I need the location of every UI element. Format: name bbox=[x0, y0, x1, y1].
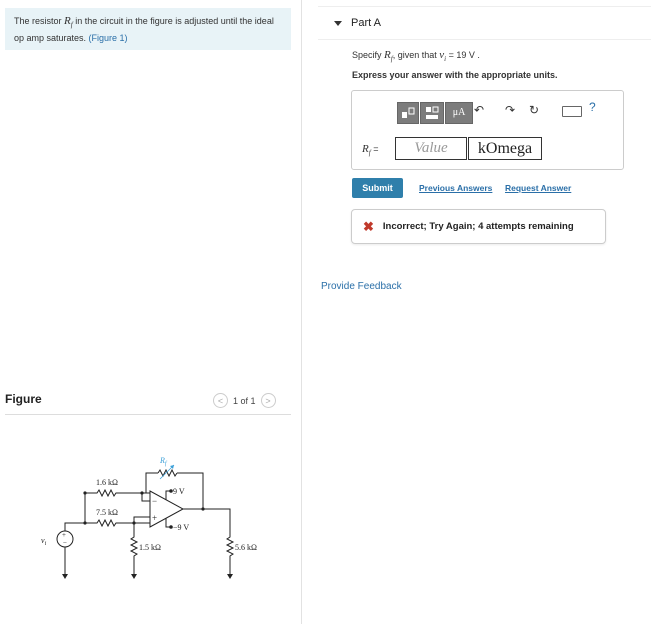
noninv-input-wire bbox=[133, 516, 150, 523]
input-label: Rf = bbox=[362, 143, 379, 157]
unit-input[interactable]: kOmega bbox=[468, 137, 542, 160]
r3-resistor bbox=[129, 523, 139, 575]
r2-resistor bbox=[85, 518, 150, 528]
problem-statement: The resistor Rf in the circuit in the fi… bbox=[5, 8, 291, 50]
rf-wire-left bbox=[145, 472, 158, 493]
feedback-text: Incorrect; Try Again; 4 attempts remaini… bbox=[382, 221, 574, 232]
fraction-icon bbox=[426, 106, 439, 119]
r4-label: 5.6 kΩ bbox=[235, 543, 257, 552]
column-divider bbox=[301, 0, 302, 624]
undo-icon[interactable]: ↶ bbox=[474, 103, 484, 117]
input-bus bbox=[64, 493, 86, 531]
rf-resistor bbox=[157, 468, 178, 478]
resistor-var: Rf bbox=[64, 15, 73, 30]
r4-resistor bbox=[183, 508, 235, 575]
source-label: vi bbox=[41, 536, 47, 547]
problem-text: The resistor bbox=[14, 16, 65, 26]
previous-answers-link[interactable]: Previous Answers bbox=[419, 183, 492, 193]
figure-divider bbox=[5, 414, 291, 415]
fraction-template-button[interactable] bbox=[420, 101, 444, 124]
rf-var: Rf bbox=[384, 49, 393, 64]
keyboard-icon[interactable] bbox=[562, 106, 582, 117]
collapse-triangle-icon[interactable] bbox=[334, 20, 342, 26]
ground-arrow-icon bbox=[227, 574, 233, 579]
r2-label: 7.5 kΩ bbox=[96, 508, 118, 517]
express-instruction: Express your answer with the appropriate… bbox=[352, 70, 558, 80]
figure-heading: Figure bbox=[5, 392, 42, 406]
specify-instruction: Specify Rf, given that vi = 19 V . bbox=[352, 49, 480, 64]
node-dot bbox=[83, 521, 87, 525]
r1-resistor bbox=[85, 488, 150, 498]
inv-sign: − bbox=[152, 496, 157, 506]
node-dot bbox=[132, 521, 136, 525]
math-toolbar: μA bbox=[397, 100, 473, 125]
circuit-diagram: 1.6 kΩ 7.5 kΩ 1.5 kΩ 5.6 kΩ 9 V −9 V − +… bbox=[41, 456, 257, 579]
request-answer-link[interactable]: Request Answer bbox=[505, 183, 571, 193]
vpos-label: 9 V bbox=[173, 487, 185, 496]
noninv-sign: + bbox=[152, 513, 157, 523]
answer-box: μA ↶ ↷ ↻ ? Rf = kOmega bbox=[351, 90, 624, 170]
help-icon[interactable]: ? bbox=[589, 100, 596, 114]
units-button[interactable]: μA bbox=[445, 101, 473, 124]
vneg-label: −9 V bbox=[173, 523, 189, 532]
rf-label: Rf bbox=[159, 456, 168, 467]
ground-arrow-icon bbox=[62, 574, 68, 579]
figure-pager: < 1 of 1 > bbox=[213, 393, 276, 408]
node-dot bbox=[83, 491, 87, 495]
prev-figure-button[interactable]: < bbox=[213, 393, 228, 408]
ground-arrow-icon bbox=[131, 574, 137, 579]
incorrect-x-icon: ✖ bbox=[363, 218, 374, 234]
source-plus: + bbox=[62, 531, 66, 539]
template-button[interactable] bbox=[397, 101, 419, 124]
part-a-header[interactable]: Part A bbox=[318, 6, 651, 40]
source-minus: − bbox=[63, 539, 67, 547]
r1-label: 1.6 kΩ bbox=[96, 478, 118, 487]
node-dot bbox=[140, 491, 144, 495]
inv-input-wire bbox=[141, 493, 150, 502]
next-figure-button[interactable]: > bbox=[260, 393, 276, 408]
reset-icon[interactable]: ↻ bbox=[529, 103, 539, 117]
submit-button[interactable]: Submit bbox=[352, 178, 403, 198]
redo-icon[interactable]: ↷ bbox=[505, 103, 515, 117]
figure-link[interactable]: (Figure 1) bbox=[89, 33, 128, 43]
template-icon bbox=[402, 107, 415, 118]
feedback-message: ✖ Incorrect; Try Again; 4 attempts remai… bbox=[351, 209, 606, 244]
node-dot bbox=[201, 507, 205, 511]
r3-label: 1.5 kΩ bbox=[139, 543, 161, 552]
figure-page-count: 1 of 1 bbox=[233, 395, 256, 406]
provide-feedback-link[interactable]: Provide Feedback bbox=[321, 281, 402, 292]
value-input[interactable] bbox=[395, 137, 467, 160]
part-title: Part A bbox=[351, 17, 381, 29]
